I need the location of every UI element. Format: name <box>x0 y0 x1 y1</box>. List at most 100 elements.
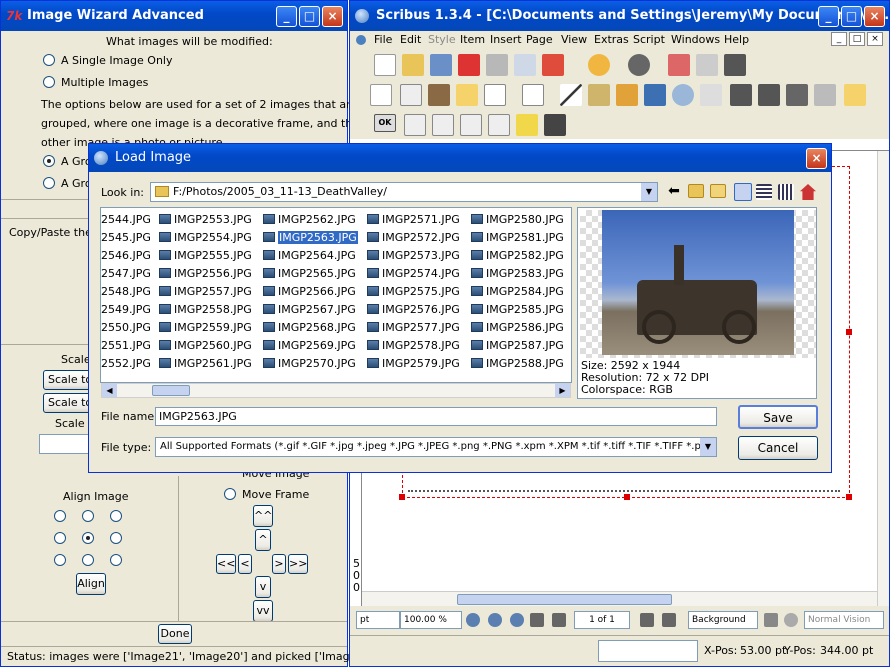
file-item[interactable]: IMGP2584.JPG <box>471 282 564 300</box>
file-name-input[interactable]: IMGP2563.JPG <box>155 407 717 426</box>
zoom-icon[interactable] <box>672 84 694 106</box>
nav-left-button[interactable]: < <box>238 554 252 574</box>
annotation-icon[interactable] <box>516 114 538 136</box>
align-radio-top-right[interactable] <box>110 510 122 522</box>
print-icon[interactable] <box>486 54 508 76</box>
file-item[interactable]: IMGP2567.JPG <box>263 300 358 318</box>
undo-icon[interactable] <box>588 54 610 76</box>
file-list-hscrollbar[interactable]: ◀ ▶ <box>101 383 571 398</box>
list-view-icon[interactable] <box>734 183 752 201</box>
file-item[interactable]: IMGP2555.JPG <box>159 246 252 264</box>
file-item[interactable]: IMGP2583.JPG <box>471 264 564 282</box>
unit-select[interactable]: pt <box>356 611 400 629</box>
nav-up-button[interactable]: ^ <box>255 529 271 551</box>
mdi-minimize-button[interactable]: _ <box>831 32 847 46</box>
align-radio-top-left[interactable] <box>54 510 66 522</box>
file-item[interactable]: IMGP2564.JPG <box>263 246 358 264</box>
mdi-close-button[interactable]: × <box>867 32 883 46</box>
align-radio-top-center[interactable] <box>82 510 94 522</box>
menu-extras[interactable]: Extras <box>594 33 629 46</box>
file-list[interactable]: 2544.JPG 2545.JPG 2546.JPG 2547.JPG 2548.JPG… <box>100 207 572 383</box>
file-item[interactable]: IMGP2588.JPG <box>471 354 564 372</box>
radio-group-option-1[interactable] <box>43 155 55 167</box>
frame-handle[interactable] <box>846 494 852 500</box>
file-item[interactable]: IMGP2575.JPG <box>367 282 460 300</box>
file-item[interactable]: IMGP2557.JPG <box>159 282 252 300</box>
scale-to-button-1[interactable]: Scale to <box>43 370 91 390</box>
close-button[interactable]: × <box>864 6 885 27</box>
polygon-icon[interactable] <box>522 84 544 106</box>
copy-icon[interactable] <box>696 54 718 76</box>
redo-icon[interactable] <box>628 54 650 76</box>
save-icon[interactable] <box>430 54 452 76</box>
close-button[interactable]: × <box>322 6 343 27</box>
measure-icon[interactable] <box>786 84 808 106</box>
align-radio-bottom-center[interactable] <box>82 554 94 566</box>
file-item[interactable]: IMGP2576.JPG <box>367 300 460 318</box>
back-arrow-icon[interactable]: ⬅ <box>666 183 682 199</box>
align-radio-middle-left[interactable] <box>54 532 66 544</box>
menu-insert[interactable]: Insert <box>490 33 522 46</box>
image-frame-icon[interactable] <box>428 84 450 106</box>
file-item[interactable]: IMGP2559.JPG <box>159 318 252 336</box>
save-button[interactable]: Save <box>738 405 818 429</box>
bezier-icon[interactable] <box>588 84 610 106</box>
new-folder-icon[interactable] <box>710 184 726 198</box>
nav-up-fast-button[interactable]: ^^ <box>253 505 273 527</box>
dialog-titlebar[interactable]: Load Image × <box>89 144 831 172</box>
file-item[interactable]: IMGP2579.JPG <box>367 354 460 372</box>
frame-handle[interactable] <box>846 329 852 335</box>
file-item[interactable]: 2546.JPG <box>101 246 151 264</box>
file-item[interactable]: IMGP2570.JPG <box>263 354 358 372</box>
minimize-button[interactable]: _ <box>276 6 297 27</box>
select-arrow-icon[interactable] <box>370 84 392 106</box>
page-select[interactable]: 1 of 1 <box>574 611 630 629</box>
file-item[interactable]: IMGP2572.JPG <box>367 228 460 246</box>
file-item[interactable]: IMGP2558.JPG <box>159 300 252 318</box>
pdf-export-icon[interactable] <box>542 54 564 76</box>
file-item[interactable]: IMGP2581.JPG <box>471 228 564 246</box>
cut-icon[interactable] <box>668 54 690 76</box>
nav-down-fast-button[interactable]: vv <box>253 600 273 622</box>
file-type-combobox[interactable]: All Supported Formats (*.gif *.GIF *.jpg… <box>155 437 717 457</box>
unlink-frames-icon[interactable] <box>758 84 780 106</box>
align-radio-middle-right[interactable] <box>110 532 122 544</box>
maximize-button[interactable]: □ <box>299 6 320 27</box>
layer-select[interactable]: Background <box>688 611 758 629</box>
last-page-icon[interactable] <box>662 613 676 627</box>
file-item[interactable]: 2548.JPG <box>101 282 151 300</box>
nav-left-fast-button[interactable]: << <box>216 554 236 574</box>
radio-single-image[interactable] <box>43 54 55 66</box>
file-item[interactable]: IMGP2574.JPG <box>367 264 460 282</box>
combobox-icon[interactable] <box>460 114 482 136</box>
align-radio-bottom-left[interactable] <box>54 554 66 566</box>
text-frame-icon[interactable] <box>400 84 422 106</box>
file-item[interactable]: IMGP2582.JPG <box>471 246 564 264</box>
new-document-icon[interactable] <box>374 54 396 76</box>
cancel-button[interactable]: Cancel <box>738 436 818 460</box>
zoom-select[interactable]: 100.00 % <box>400 611 462 629</box>
close-document-icon[interactable] <box>458 54 480 76</box>
done-button[interactable]: Done <box>158 624 192 644</box>
maximize-button[interactable]: □ <box>841 6 862 27</box>
file-item[interactable]: IMGP2561.JPG <box>159 354 252 372</box>
file-item[interactable]: IMGP2554.JPG <box>159 228 252 246</box>
copy-properties-icon[interactable] <box>814 84 836 106</box>
file-item[interactable]: 2545.JPG <box>101 228 151 246</box>
open-folder-icon[interactable] <box>402 54 424 76</box>
file-item[interactable]: IMGP2563.JPG <box>263 228 359 246</box>
file-item[interactable]: IMGP2577.JPG <box>367 318 460 336</box>
align-radio-center[interactable] <box>82 532 94 544</box>
visual-appearance-icon[interactable] <box>784 613 798 627</box>
link-annotation-icon[interactable] <box>544 114 566 136</box>
parent-folder-icon[interactable] <box>688 184 704 198</box>
file-item[interactable]: IMGP2578.JPG <box>367 336 460 354</box>
scroll-left-icon[interactable]: ◀ <box>102 384 117 397</box>
preview-mode-icon[interactable] <box>764 613 778 627</box>
file-item[interactable]: 2549.JPG <box>101 300 151 318</box>
detail-view-icon[interactable] <box>756 184 772 200</box>
mdi-restore-button[interactable]: □ <box>849 32 865 46</box>
chevron-down-icon[interactable]: ▼ <box>700 438 716 456</box>
link-frames-icon[interactable] <box>730 84 752 106</box>
file-item[interactable]: IMGP2565.JPG <box>263 264 358 282</box>
